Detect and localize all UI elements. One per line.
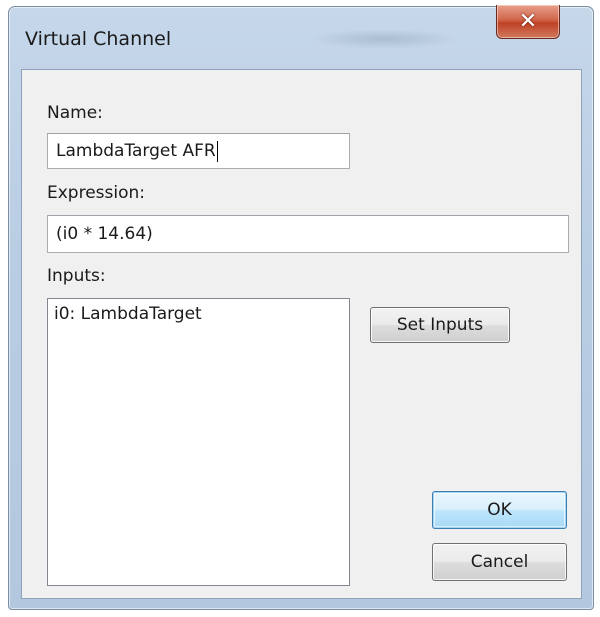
name-field-value: LambdaTarget AFR xyxy=(56,141,216,161)
title-bar-glare xyxy=(309,29,459,49)
expression-label: Expression: xyxy=(47,183,146,203)
title-bar[interactable]: Virtual Channel ✕ xyxy=(9,5,593,69)
close-icon: ✕ xyxy=(518,9,538,34)
virtual-channel-dialog: Virtual Channel ✕ Name: LambdaTarget AFR… xyxy=(8,5,594,610)
text-caret xyxy=(216,140,218,162)
inputs-label: Inputs: xyxy=(47,266,106,286)
window-title: Virtual Channel xyxy=(25,28,172,50)
dialog-body: Name: LambdaTarget AFR Expression: (i0 *… xyxy=(21,69,582,599)
close-button[interactable]: ✕ xyxy=(496,5,560,39)
expression-field[interactable]: (i0 * 14.64) xyxy=(47,215,569,253)
name-label: Name: xyxy=(47,103,103,123)
cancel-button[interactable]: Cancel xyxy=(432,543,567,581)
expression-field-value: (i0 * 14.64) xyxy=(56,224,153,244)
inputs-list[interactable]: i0: LambdaTarget xyxy=(47,298,350,586)
set-inputs-button[interactable]: Set Inputs xyxy=(370,307,510,343)
name-field[interactable]: LambdaTarget AFR xyxy=(47,133,350,169)
list-item[interactable]: i0: LambdaTarget xyxy=(48,299,349,324)
ok-button[interactable]: OK xyxy=(432,491,567,529)
